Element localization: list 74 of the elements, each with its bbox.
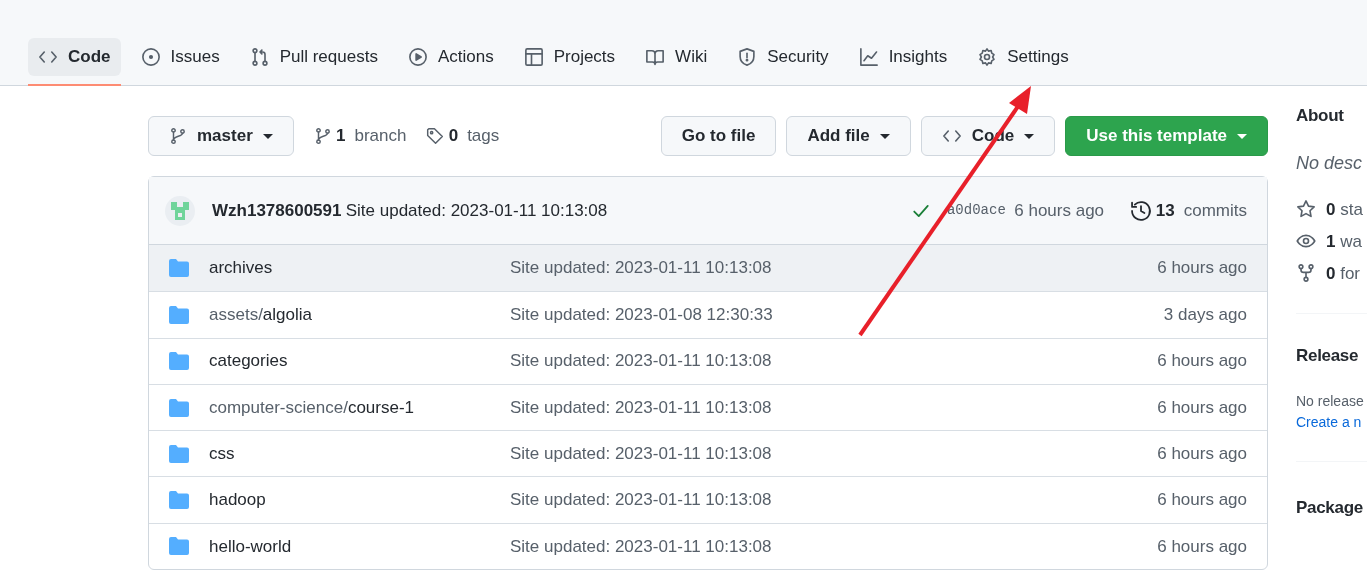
repo-stat-link[interactable]: 0 for bbox=[1296, 257, 1367, 290]
folder-link[interactable]: categories bbox=[209, 348, 510, 374]
folder-icon bbox=[169, 352, 189, 371]
commits-link[interactable]: 13 commits bbox=[1129, 197, 1247, 224]
about-heading: About bbox=[1296, 106, 1345, 127]
commit-time: 6 hours ago bbox=[1157, 489, 1247, 512]
branch-icon bbox=[169, 127, 187, 145]
nav-tab[interactable]: Wiki bbox=[635, 38, 718, 76]
commit-message-link[interactable]: Site updated: 2023-01-11 10:13:08 bbox=[510, 441, 772, 467]
commit-time: 6 hours ago bbox=[1157, 257, 1247, 280]
commit-message: Site updated: 2023-01-11 10:13:08 bbox=[345, 199, 608, 222]
create-release-link[interactable]: Create a n bbox=[1296, 411, 1367, 433]
caret-icon bbox=[1237, 133, 1247, 139]
packages-heading: Package bbox=[1296, 497, 1364, 519]
settings-icon bbox=[977, 47, 998, 67]
folder-icon bbox=[169, 259, 189, 278]
nav-tab[interactable]: Projects bbox=[513, 38, 626, 76]
commit-time: 6 hours ago bbox=[1014, 199, 1105, 222]
folder-link[interactable]: css bbox=[209, 441, 510, 467]
caret-icon bbox=[1024, 133, 1035, 139]
commit-author-link[interactable]: Wzh1378600591 bbox=[212, 197, 342, 224]
repo-stat-link[interactable]: 1 wa bbox=[1296, 225, 1367, 258]
caret-icon bbox=[262, 133, 273, 139]
folder-icon bbox=[169, 398, 189, 417]
nav-tab[interactable]: Settings bbox=[967, 38, 1079, 76]
folder-link[interactable]: archives bbox=[209, 255, 510, 281]
folder-icon bbox=[169, 305, 189, 324]
history-icon bbox=[1129, 199, 1152, 222]
table-icon bbox=[523, 47, 544, 67]
commit-message-link[interactable]: Site updated: 2023-01-08 12:30:33 bbox=[510, 302, 773, 328]
branches-link[interactable]: 1 branch bbox=[313, 123, 407, 149]
nav-tab[interactable]: Insights bbox=[848, 38, 958, 76]
folder-icon bbox=[169, 537, 189, 556]
nav-tab[interactable]: Actions bbox=[397, 38, 504, 76]
repo-stat-link[interactable]: 0 sta bbox=[1296, 193, 1367, 226]
releases-text: No release bbox=[1296, 391, 1365, 411]
book-icon bbox=[645, 47, 666, 67]
graph-icon bbox=[858, 47, 879, 67]
tags-link[interactable]: 0 tags bbox=[426, 123, 500, 149]
commit-time: 3 days ago bbox=[1163, 304, 1247, 327]
tag-icon bbox=[426, 127, 445, 145]
play-icon bbox=[407, 47, 428, 67]
pull-request-icon bbox=[249, 47, 270, 67]
commit-message-link[interactable]: Site updated: 2023-01-11 10:13:08 bbox=[510, 533, 772, 560]
shield-icon bbox=[737, 47, 758, 67]
folder-link[interactable]: hadoop bbox=[209, 487, 510, 513]
nav-tab[interactable]: Security bbox=[727, 38, 839, 76]
commit-sha-link[interactable]: a0d0ace bbox=[946, 200, 1006, 221]
folder-icon bbox=[169, 444, 189, 463]
commit-time: 6 hours ago bbox=[1157, 396, 1247, 419]
commit-message-link[interactable]: Site updated: 2023-01-11 10:13:08 bbox=[510, 394, 772, 421]
issue-icon bbox=[140, 47, 161, 67]
add-file-button[interactable]: Add file bbox=[786, 116, 911, 156]
caret-icon bbox=[879, 133, 890, 139]
nav-tab[interactable]: Issues bbox=[130, 38, 230, 76]
fork-icon bbox=[1296, 263, 1316, 284]
star-icon bbox=[1296, 199, 1316, 220]
folder-link[interactable]: computer-science/course-1 bbox=[209, 394, 510, 421]
avatar-icon bbox=[165, 195, 195, 226]
nav-tab[interactable]: Pull requests bbox=[239, 38, 388, 76]
commit-time: 6 hours ago bbox=[1157, 535, 1247, 558]
branch-icon bbox=[313, 127, 332, 145]
commit-time: 6 hours ago bbox=[1157, 350, 1247, 373]
releases-heading: Release bbox=[1296, 346, 1360, 367]
folder-link[interactable]: assets/algolia bbox=[209, 302, 510, 328]
commit-message-link[interactable]: Site updated: 2023-01-11 10:13:08 bbox=[510, 487, 772, 513]
folder-icon bbox=[169, 491, 189, 510]
commit-message-link[interactable]: Site updated: 2023-01-11 10:13:08 bbox=[510, 348, 772, 374]
repo-description: No desc bbox=[1296, 152, 1364, 176]
branch-select-button[interactable]: master bbox=[148, 116, 294, 156]
commit-message-link[interactable]: Site updated: 2023-01-11 10:13:08 bbox=[510, 255, 772, 281]
go-to-file-button[interactable]: Go to file bbox=[660, 116, 777, 156]
commit-time: 6 hours ago bbox=[1157, 443, 1247, 466]
folder-link[interactable]: hello-world bbox=[209, 533, 510, 560]
